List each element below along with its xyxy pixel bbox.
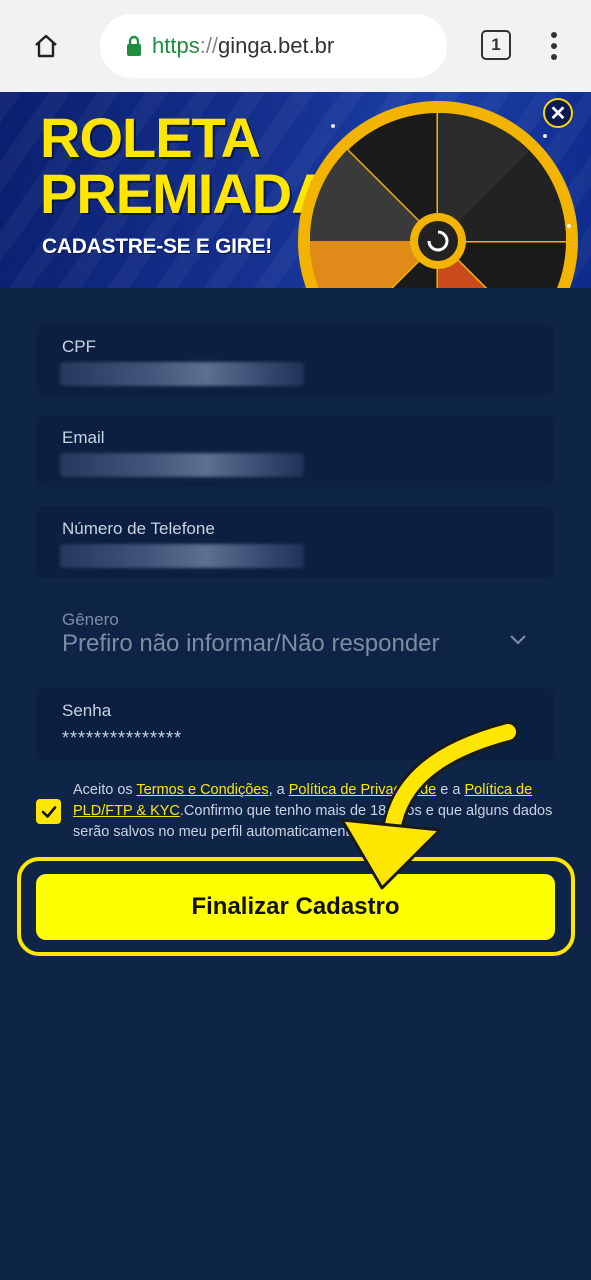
prize-wheel-icon: [298, 101, 578, 288]
phone-label: Número de Telefone: [62, 519, 215, 538]
terms-text: Aceito os Termos e Condições, a Política…: [73, 782, 553, 840]
phone-field[interactable]: Número de Telefone: [36, 506, 555, 578]
banner-title: ROLETA PREMIADA: [40, 106, 332, 225]
email-redacted-value: [60, 453, 304, 477]
email-label: Email: [62, 428, 105, 447]
privacy-policy-link[interactable]: Política de Privacidade: [289, 782, 437, 798]
more-menu-icon[interactable]: [544, 26, 564, 66]
tab-count: 1: [491, 35, 501, 54]
password-field[interactable]: Senha ***************: [36, 688, 555, 760]
lock-icon: [127, 35, 141, 56]
banner-subtitle: CADASTRE-SE E GIRE!: [42, 235, 272, 258]
promo-banner[interactable]: ROLETA PREMIADA CADASTRE-SE E GIRE! ✕: [0, 92, 591, 288]
address-bar[interactable]: https://ginga.bet.br: [100, 14, 447, 78]
terms-link[interactable]: Termos e Condições: [136, 782, 268, 798]
banner-close-button[interactable]: ✕: [543, 98, 573, 128]
url-text: https://ginga.bet.br: [152, 33, 335, 58]
browser-toolbar: https://ginga.bet.br 1: [0, 0, 591, 92]
home-icon[interactable]: [26, 26, 66, 66]
password-label: Senha: [62, 701, 112, 720]
finalize-registration-button[interactable]: Finalizar Cadastro: [36, 874, 555, 940]
gender-selected-value: Prefiro não informar/Não responder: [62, 630, 440, 657]
cpf-label: CPF: [62, 337, 96, 356]
email-field[interactable]: Email: [36, 415, 555, 487]
cpf-field[interactable]: CPF: [36, 324, 555, 396]
checkmark-icon: [41, 805, 56, 818]
tab-switcher-button[interactable]: 1: [481, 30, 511, 60]
cpf-redacted-value: [60, 362, 304, 386]
chevron-down-icon: [510, 635, 526, 645]
close-icon: ✕: [549, 102, 567, 125]
phone-redacted-value: [60, 544, 304, 568]
terms-checkbox[interactable]: [36, 799, 61, 824]
gender-label: Gênero: [62, 610, 119, 629]
gender-select[interactable]: Gênero Prefiro não informar/Não responde…: [36, 597, 555, 669]
password-value: ***************: [62, 728, 183, 748]
